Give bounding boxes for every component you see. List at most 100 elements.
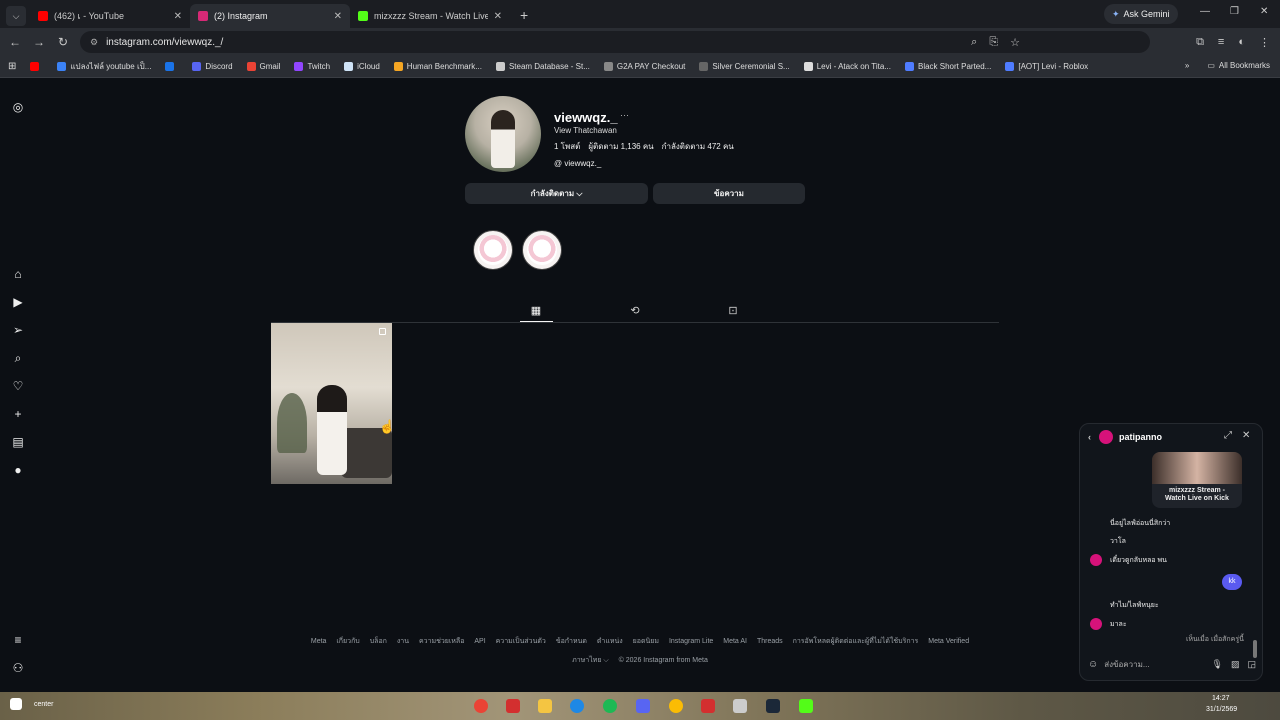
chat-avatar[interactable] <box>1099 430 1113 444</box>
create-plus-icon[interactable]: + <box>11 407 25 421</box>
bookmark-item[interactable]: Gmail <box>246 62 280 71</box>
kick-icon[interactable] <box>799 699 813 713</box>
reels-icon[interactable]: ▶ <box>11 295 25 309</box>
forward-icon[interactable]: → <box>27 35 51 49</box>
bookmark-item[interactable] <box>30 62 43 71</box>
bookmark-item[interactable] <box>165 62 178 71</box>
footer-link[interactable]: งาน <box>397 638 409 645</box>
instagram-logo-icon[interactable]: ◎ <box>11 100 25 114</box>
profile-avatar[interactable] <box>465 96 541 172</box>
bookmark-item[interactable]: Discord <box>192 62 233 71</box>
app-icon[interactable] <box>506 699 520 713</box>
windows-start-icon[interactable] <box>10 698 22 710</box>
search-icon[interactable]: ⌕ <box>11 351 25 365</box>
bookmark-item[interactable]: แปลงไฟล์ youtube เป็... <box>57 60 151 73</box>
minimize-icon[interactable]: — <box>1200 6 1210 17</box>
footer-link[interactable]: ยอดนิยม <box>633 638 659 645</box>
message-input[interactable]: ☺ ส่งข้อความ... 🎙 ▨ ◲ <box>1088 654 1256 674</box>
bookmark-item[interactable]: Black Short Parted... <box>904 62 991 71</box>
tab-kick[interactable]: mizxzzz Stream - Watch Live on ✕ <box>350 4 510 28</box>
close-icon[interactable]: ✕ <box>494 11 502 22</box>
footer-link[interactable]: ตำแหน่ง <box>597 638 623 645</box>
threads-link[interactable]: @ viewwqz._ <box>554 159 601 168</box>
emoji-icon[interactable]: ☺ <box>1088 659 1098 670</box>
footer-link[interactable]: ความช่วยเหลือ <box>419 638 464 645</box>
bookmark-item[interactable]: iCloud <box>344 62 380 71</box>
footer-link[interactable]: API <box>474 638 485 645</box>
site-info-icon[interactable]: ⚙ <box>90 37 98 48</box>
discord-icon[interactable] <box>636 699 650 713</box>
home-icon[interactable]: ⌂ <box>11 267 25 281</box>
edge-icon[interactable] <box>570 699 584 713</box>
reload-icon[interactable]: ↻ <box>51 35 75 49</box>
footer-link[interactable]: Instagram Lite <box>669 638 713 645</box>
dashboard-icon[interactable]: ▤ <box>11 435 25 449</box>
story-highlight[interactable] <box>522 230 562 270</box>
spotify-icon[interactable] <box>603 699 617 713</box>
footer-link[interactable]: บล็อก <box>370 638 387 645</box>
zoom-icon[interactable]: ⌕ <box>971 36 977 49</box>
app-icon[interactable] <box>701 699 715 713</box>
footer-link[interactable]: Meta AI <box>723 638 747 645</box>
bookmark-item[interactable]: Silver Ceremonial S... <box>699 62 790 71</box>
options-icon[interactable]: ··· <box>620 110 629 120</box>
reposts-icon[interactable]: ⟲ <box>628 304 642 318</box>
bookmark-item[interactable]: Human Benchmark... <box>393 62 482 71</box>
message-button[interactable]: ข้อความ <box>653 183 805 204</box>
close-icon[interactable]: ✕ <box>1242 430 1250 441</box>
following-button[interactable]: กำลังติดตาม ⌵ <box>465 183 648 204</box>
chrome-icon[interactable] <box>669 699 683 713</box>
messages-icon[interactable]: ➢ <box>11 323 25 337</box>
microphone-icon[interactable]: 🎙 <box>1212 659 1223 670</box>
language-select[interactable]: ภาษาไทย ⌵ <box>572 657 609 664</box>
close-icon[interactable]: ✕ <box>174 11 182 22</box>
tab-youtube[interactable]: (462) เ - YouTube ✕ <box>30 4 190 28</box>
bookmark-item[interactable]: G2A PAY Checkout <box>603 62 685 71</box>
bookmark-item[interactable]: Levi - Atack on Tita... <box>803 62 891 71</box>
tab-search-button[interactable]: ⌵ <box>6 6 26 26</box>
chrome-icon[interactable] <box>474 699 488 713</box>
extensions-icon[interactable]: ⧉ <box>1196 36 1204 49</box>
chevron-left-icon[interactable]: ‹ <box>1088 432 1091 442</box>
file-explorer-icon[interactable] <box>538 699 552 713</box>
bookmark-item[interactable]: Steam Database - St... <box>495 62 590 71</box>
notifications-heart-icon[interactable]: ♡ <box>11 379 25 393</box>
bookmark-item[interactable]: Twitch <box>294 62 330 71</box>
profile-icon[interactable]: ◐ <box>1238 36 1245 48</box>
post-thumbnail[interactable] <box>271 323 392 484</box>
ask-gemini-button[interactable]: ✦ Ask Gemini <box>1104 4 1178 24</box>
steam-icon[interactable] <box>766 699 780 713</box>
media-icon[interactable]: ≡ <box>1218 36 1224 48</box>
footer-link[interactable]: Meta <box>311 638 327 645</box>
profile-avatar-icon[interactable]: ● <box>11 463 25 477</box>
chat-username[interactable]: patipanno <box>1119 432 1162 442</box>
menu-icon[interactable]: ⋮ <box>1259 36 1270 49</box>
footer-link[interactable]: การอัพโหลดผู้ติดต่อและผู้ที่ไม่ได้ใช้บริ… <box>793 638 919 645</box>
footer-link[interactable]: ข้อกำหนด <box>556 638 587 645</box>
all-bookmarks-button[interactable]: » ▭ All Bookmarks <box>1185 61 1270 70</box>
footer-link[interactable]: ความเป็นส่วนตัว <box>496 638 546 645</box>
app-icon[interactable] <box>733 699 747 713</box>
following-count[interactable]: กำลังติดตาม 472 คน <box>662 140 734 153</box>
footer-link[interactable]: Threads <box>757 638 783 645</box>
apps-icon[interactable]: ⊞ <box>8 61 16 72</box>
tab-instagram[interactable]: (2) Instagram ✕ <box>190 4 350 28</box>
window-close-icon[interactable]: ✕ <box>1260 6 1268 17</box>
followers-count[interactable]: ผู้ติดตาม 1,136 คน <box>588 140 653 153</box>
maximize-icon[interactable]: ❐ <box>1230 6 1239 17</box>
story-highlight[interactable] <box>473 230 513 270</box>
new-tab-button[interactable]: + <box>520 7 528 23</box>
image-icon[interactable]: ▨ <box>1231 659 1240 670</box>
sticker-icon[interactable]: ◲ <box>1247 659 1256 670</box>
footer-link[interactable]: เกี่ยวกับ <box>336 638 359 645</box>
shared-link-card[interactable]: mizxzzz Stream - Watch Live on Kick <box>1152 452 1242 508</box>
address-bar[interactable]: ⚙ instagram.com/viewwqz._/ ⌕ ⎘ ☆ <box>80 31 1150 53</box>
back-icon[interactable]: ← <box>3 35 27 49</box>
footer-link[interactable]: Meta Verified <box>928 638 969 645</box>
tagged-icon[interactable]: ⊡ <box>726 304 740 318</box>
bookmark-item[interactable]: [AOT] Levi - Roblox <box>1005 62 1088 71</box>
grid-icon[interactable]: ▦ <box>529 304 543 318</box>
install-icon[interactable]: ⎘ <box>989 36 998 49</box>
bookmark-star-icon[interactable]: ☆ <box>1010 36 1020 49</box>
close-icon[interactable]: ✕ <box>334 11 342 22</box>
